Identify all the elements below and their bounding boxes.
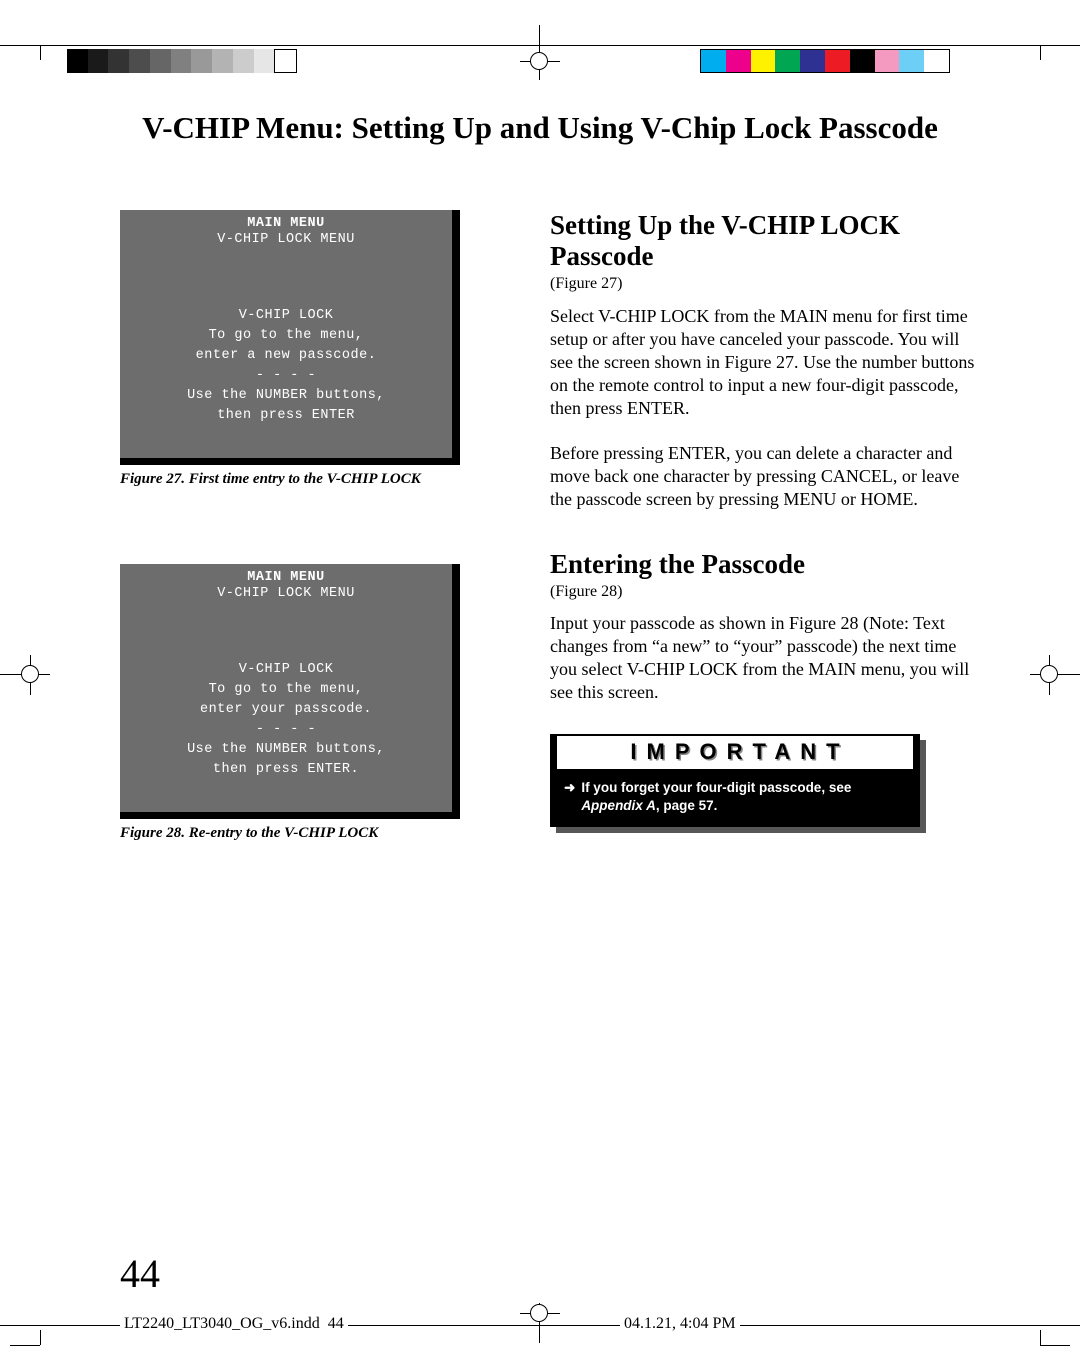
- figure-27: MAIN MENU V-CHIP LOCK MENU V-CHIP LOCK T…: [120, 210, 490, 488]
- tv-main-menu-label: MAIN MENU: [120, 216, 452, 231]
- tv-body-text: V-CHIP LOCK To go to the menu, enter you…: [120, 660, 452, 780]
- footer-datetime: 04.1.21, 4:04 PM: [620, 1315, 740, 1333]
- footer-slug: LT2240_LT3040_OG_v6.indd 44 04.1.21, 4:0…: [0, 1315, 1080, 1355]
- color-bar: [700, 49, 950, 73]
- tv-screen-27: MAIN MENU V-CHIP LOCK MENU V-CHIP LOCK T…: [120, 210, 452, 458]
- section-1-para-2: Before pressing ENTER, you can delete a …: [550, 442, 980, 511]
- figure-27-caption: Figure 27. First time entry to the V-CHI…: [120, 471, 490, 488]
- registration-top: [0, 25, 1080, 65]
- tv-main-menu-label: MAIN MENU: [120, 570, 452, 585]
- tv-screen-28: MAIN MENU V-CHIP LOCK MENU V-CHIP LOCK T…: [120, 564, 452, 812]
- tv-submenu-label: V-CHIP LOCK MENU: [120, 586, 452, 601]
- section-2-heading: Entering the Passcode: [550, 549, 980, 580]
- important-text-em: Appendix A: [581, 798, 656, 813]
- important-heading: IMPORTANT: [555, 734, 915, 770]
- figure-28: MAIN MENU V-CHIP LOCK MENU V-CHIP LOCK T…: [120, 564, 490, 842]
- important-body: ➜ If you forget your four-digit passcode…: [550, 779, 920, 815]
- registration-mark-top: [520, 25, 560, 80]
- page-title: V-CHIP Menu: Setting Up and Using V-Chip…: [0, 110, 1080, 146]
- page-number: 44: [120, 1250, 160, 1297]
- crop-mark-bottom-left: [10, 1330, 40, 1360]
- crop-mark-top-left: [10, 30, 40, 60]
- crop-mark-top-right: [1040, 30, 1070, 60]
- footer-page-overlay: 44: [328, 1315, 344, 1332]
- tv-body-text: V-CHIP LOCK To go to the menu, enter a n…: [120, 306, 452, 426]
- section-2-figref: (Figure 28): [550, 582, 980, 602]
- section-2-para-1: Input your passcode as shown in Figure 2…: [550, 612, 980, 704]
- important-box: IMPORTANT ➜ If you forget your four-digi…: [550, 734, 920, 827]
- registration-mark-right: [1030, 655, 1080, 695]
- grayscale-bar: [67, 49, 297, 73]
- footer-filename: LT2240_LT3040_OG_v6.indd: [124, 1315, 320, 1332]
- registration-mark-bottom: [520, 1303, 560, 1343]
- registration-mark-left: [0, 655, 50, 695]
- section-1-heading: Setting Up the V-CHIP LOCK Passcode: [550, 210, 980, 272]
- important-text-pre: If you forget your four-digit passcode, …: [581, 780, 851, 795]
- section-1-para-1: Select V-CHIP LOCK from the MAIN menu fo…: [550, 305, 980, 420]
- crop-mark-bottom-right: [1040, 1330, 1070, 1360]
- figure-28-caption: Figure 28. Re-entry to the V-CHIP LOCK: [120, 825, 490, 842]
- tv-submenu-label: V-CHIP LOCK MENU: [120, 232, 452, 247]
- section-1-figref: (Figure 27): [550, 274, 980, 294]
- important-text-post: , page 57.: [656, 798, 718, 813]
- arrow-right-icon: ➜: [564, 779, 575, 815]
